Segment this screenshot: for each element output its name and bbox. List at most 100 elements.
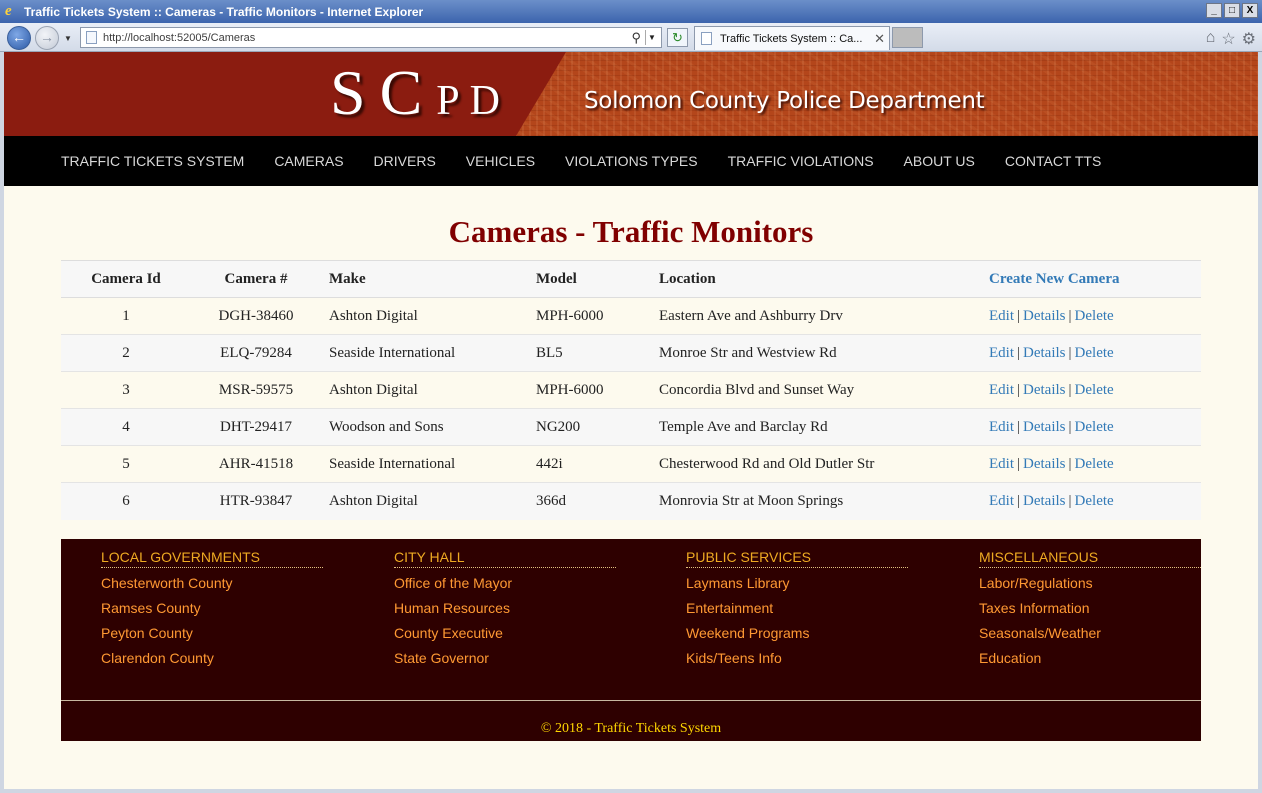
scpd-logo[interactable]: SCPD [330,56,510,130]
cell-make: Woodson and Sons [321,408,528,446]
separator: | [1068,307,1072,324]
footer-link[interactable]: County Executive [394,623,616,648]
create-new-camera-link[interactable]: Create New Camera [981,260,1201,298]
search-icon[interactable]: ⚲ [631,30,641,46]
internet-explorer-icon: e [5,3,12,19]
nav-about-us[interactable]: ABOUT US [904,153,975,169]
edit-link[interactable]: Edit [989,382,1014,398]
new-tab-button[interactable] [892,27,923,48]
footer-link[interactable]: Kids/Teens Info [686,648,908,673]
cell-camera-number: DHT-29417 [191,408,321,446]
cell-camera-number: AHR-41518 [191,445,321,483]
footer-link[interactable]: Ramses County [101,598,323,623]
details-link[interactable]: Details [1023,493,1066,509]
details-link[interactable]: Details [1023,382,1066,398]
history-dropdown-icon[interactable]: ▼ [64,34,72,43]
page-viewport: SCPD Solomon County Police Department TR… [4,52,1258,789]
footer-column-local-governments: LOCAL GOVERNMENTS Chesterworth County Ra… [101,549,323,673]
delete-link[interactable]: Delete [1075,382,1114,398]
table-row: 2 ELQ-79284 Seaside International BL5 Mo… [61,334,1201,372]
nav-cameras[interactable]: CAMERAS [274,153,343,169]
delete-link[interactable]: Delete [1075,493,1114,509]
cell-location: Temple Ave and Barclay Rd [651,408,981,446]
nav-traffic-tickets-system[interactable]: TRAFFIC TICKETS SYSTEM [61,153,244,169]
maximize-button[interactable]: □ [1224,3,1240,18]
delete-link[interactable]: Delete [1075,345,1114,361]
forward-button[interactable]: → [35,26,59,50]
address-bar[interactable]: http://localhost:52005/Cameras ⚲ ▼ [80,27,662,48]
footer-heading: LOCAL GOVERNMENTS [101,549,323,568]
footer-link[interactable]: Chesterworth County [101,573,323,598]
page-title: Cameras - Traffic Monitors [448,214,814,249]
back-button[interactable]: ← [7,26,31,50]
cell-model: 366d [528,482,651,520]
footer-link[interactable]: Weekend Programs [686,623,908,648]
footer-link[interactable]: Office of the Mayor [394,573,616,598]
edit-link[interactable]: Edit [989,419,1014,435]
nav-violations-types[interactable]: VIOLATIONS TYPES [565,153,698,169]
col-header-camera-number: Camera # [191,260,321,298]
separator: | [1068,381,1072,398]
cell-make: Ashton Digital [321,371,528,409]
footer-link[interactable]: Laymans Library [686,573,908,598]
nav-vehicles[interactable]: VEHICLES [466,153,535,169]
nav-drivers[interactable]: DRIVERS [374,153,436,169]
cell-actions: Edit | Details | Delete [981,445,1201,483]
delete-link[interactable]: Delete [1075,419,1114,435]
settings-gear-icon[interactable]: ⚙ [1242,29,1256,49]
footer-link[interactable]: Clarendon County [101,648,323,673]
footer-link[interactable]: Seasonals/Weather [979,623,1201,648]
details-link[interactable]: Details [1023,419,1066,435]
minimize-button[interactable]: _ [1206,3,1222,18]
department-name: Solomon County Police Department [584,88,985,114]
home-icon[interactable]: ⌂ [1206,29,1216,49]
tab-title[interactable]: Traffic Tickets System :: Ca... [720,33,862,45]
window-frame-bottom [0,789,1262,793]
footer-link[interactable]: Labor/Regulations [979,573,1201,598]
footer-link[interactable]: Human Resources [394,598,616,623]
edit-link[interactable]: Edit [989,308,1014,324]
col-header-make: Make [321,260,528,298]
nav-contact-tts[interactable]: CONTACT TTS [1005,153,1101,169]
address-toolbar: ← → ▼ http://localhost:52005/Cameras ⚲ ▼… [0,23,1262,52]
col-header-location: Location [651,260,981,298]
separator: | [1017,492,1021,509]
window-controls: _ □ X [1206,3,1258,18]
address-url[interactable]: http://localhost:52005/Cameras [103,32,255,44]
delete-link[interactable]: Delete [1075,456,1114,472]
refresh-button[interactable]: ↻ [667,28,688,47]
cell-location: Monroe Str and Westview Rd [651,334,981,372]
cell-location: Chesterwood Rd and Old Dutler Str [651,445,981,483]
cell-actions: Edit | Details | Delete [981,334,1201,372]
site-footer: LOCAL GOVERNMENTS Chesterworth County Ra… [61,539,1201,741]
favorites-star-icon[interactable]: ☆ [1221,29,1235,49]
edit-link[interactable]: Edit [989,493,1014,509]
delete-link[interactable]: Delete [1075,308,1114,324]
edit-link[interactable]: Edit [989,345,1014,361]
footer-link[interactable]: State Governor [394,648,616,673]
tab-close-icon[interactable]: ✕ [874,31,885,47]
window-title: Traffic Tickets System :: Cameras - Traf… [24,5,424,19]
close-window-button[interactable]: X [1242,3,1258,18]
col-header-model: Model [528,260,651,298]
cell-actions: Edit | Details | Delete [981,297,1201,335]
copyright: © 2018 - Traffic Tickets System [540,721,722,736]
browser-tab[interactable]: Traffic Tickets System :: Ca... ✕ [694,26,890,50]
footer-link[interactable]: Peyton County [101,623,323,648]
details-link[interactable]: Details [1023,345,1066,361]
cell-location: Monrovia Str at Moon Springs [651,482,981,520]
footer-column-miscellaneous: MISCELLANEOUS Labor/Regulations Taxes In… [979,549,1201,673]
footer-link[interactable]: Entertainment [686,598,908,623]
table-row: 5 AHR-41518 Seaside International 442i C… [61,445,1201,483]
nav-traffic-violations[interactable]: TRAFFIC VIOLATIONS [728,153,874,169]
address-dropdown-icon[interactable]: ▼ [645,30,658,45]
separator: | [1017,307,1021,324]
edit-link[interactable]: Edit [989,456,1014,472]
details-link[interactable]: Details [1023,308,1066,324]
footer-link[interactable]: Taxes Information [979,598,1201,623]
details-link[interactable]: Details [1023,456,1066,472]
footer-link[interactable]: Education [979,648,1201,673]
logo-letter-d: D [469,78,510,124]
cell-model: 442i [528,445,651,483]
cell-actions: Edit | Details | Delete [981,371,1201,409]
